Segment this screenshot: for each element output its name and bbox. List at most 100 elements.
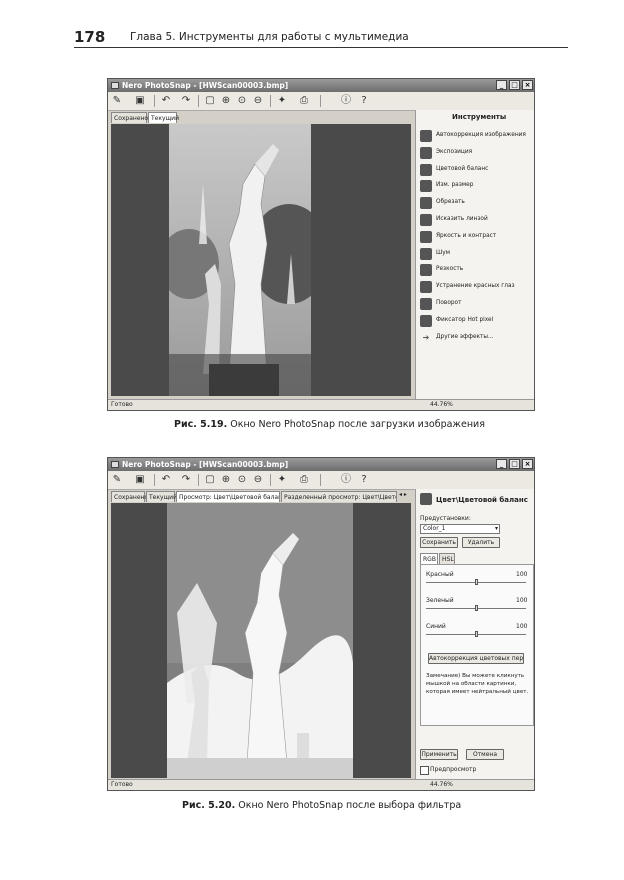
tool-item[interactable]: Исказить линзой bbox=[420, 214, 534, 228]
main-toolbar: ✎ ▣ ↶ ↷ ▢ ⊕ ⊙ ⊖ ✦ ⎙ ⓘ ? bbox=[108, 92, 534, 111]
red-eye-icon bbox=[420, 281, 432, 294]
tool-item[interactable]: Обрезать bbox=[420, 197, 534, 211]
chevron-down-icon: ▾ bbox=[494, 525, 498, 532]
status-bar: Готово 44.76% bbox=[108, 779, 534, 790]
tool-item[interactable]: Резкость bbox=[420, 264, 534, 278]
close-button[interactable]: × bbox=[522, 80, 533, 90]
auto-color-correction-button[interactable]: Автокоррекция цветовых переходов bbox=[428, 653, 524, 664]
fit-page-icon[interactable]: ▢ bbox=[204, 95, 216, 107]
tool-item[interactable]: Автокоррекция изображения bbox=[420, 130, 534, 144]
tool-item[interactable]: Шум bbox=[420, 247, 534, 262]
noise-icon bbox=[420, 247, 432, 260]
image-canvas[interactable] bbox=[111, 503, 411, 778]
exposure-icon bbox=[420, 146, 432, 159]
window-title: Nero PhotoSnap - [HWScan00003.bmp] bbox=[122, 460, 289, 469]
lens-distort-icon bbox=[420, 214, 432, 226]
auto-correct-icon bbox=[420, 130, 432, 142]
delete-preset-button[interactable]: Удалить bbox=[462, 537, 500, 548]
redo-icon[interactable]: ↷ bbox=[180, 95, 192, 107]
window-title: Nero PhotoSnap - [HWScan00003.bmp] bbox=[122, 81, 289, 90]
print-icon[interactable]: ⎙ bbox=[298, 95, 310, 107]
tool-item[interactable]: Фиксатор Hot pixel bbox=[420, 314, 534, 329]
slider-value: 100 bbox=[516, 571, 528, 578]
tool-item[interactable]: Экспозиция bbox=[420, 146, 534, 161]
slider-label: Зеленый bbox=[426, 597, 454, 604]
help-icon[interactable]: ? bbox=[358, 95, 370, 107]
color-balance-panel: Цвет\Цветовой баланс Предустановки: Colo… bbox=[415, 489, 534, 782]
color-balance-icon bbox=[420, 493, 432, 505]
hint-text-line: которая имеет нейтральный цвет. bbox=[426, 689, 529, 695]
tab-rgb[interactable]: RGB bbox=[420, 553, 438, 564]
minimize-button[interactable]: _ bbox=[496, 459, 507, 469]
open-icon[interactable]: ✎ bbox=[111, 474, 123, 486]
save-icon[interactable]: ▣ bbox=[134, 474, 146, 486]
tab-current[interactable]: Текущий bbox=[148, 112, 179, 123]
image-canvas[interactable] bbox=[111, 124, 411, 396]
brightness-contrast-icon bbox=[420, 230, 432, 243]
zoom-actual-icon[interactable]: ⊙ bbox=[236, 95, 248, 107]
slider-value: 100 bbox=[516, 623, 528, 630]
tool-item[interactable]: Поворот bbox=[420, 298, 534, 312]
tool-label: Другие эффекты... bbox=[436, 333, 494, 340]
tool-label: Яркость и контраст bbox=[436, 232, 497, 239]
tab-hsl[interactable]: HSL bbox=[439, 553, 455, 564]
minimize-button[interactable]: _ bbox=[496, 80, 507, 90]
figure1-caption-label: Рис. 5.19. bbox=[174, 419, 228, 430]
info-icon[interactable]: ⓘ bbox=[340, 474, 352, 486]
header-rule bbox=[74, 47, 568, 48]
statue-photo-filtered bbox=[167, 503, 353, 778]
tool-label: Шум bbox=[436, 249, 451, 256]
chapter-title: Глава 5. Инструменты для работы с мульти… bbox=[130, 31, 409, 43]
apply-button[interactable]: Применить bbox=[420, 749, 458, 760]
tab-scroll-arrows[interactable]: ◂ ▸ bbox=[399, 491, 407, 498]
maximize-button[interactable]: □ bbox=[509, 459, 520, 469]
close-button[interactable]: × bbox=[522, 459, 533, 469]
undo-icon[interactable]: ↶ bbox=[160, 474, 172, 486]
maximize-button[interactable]: □ bbox=[509, 80, 520, 90]
tab-current[interactable]: Текущий bbox=[146, 491, 177, 502]
tool-item[interactable]: Яркость и контраст bbox=[420, 230, 534, 245]
print-icon[interactable]: ⎙ bbox=[298, 474, 310, 486]
zoom-in-icon[interactable]: ⊕ bbox=[220, 95, 232, 107]
page-number: 178 bbox=[74, 28, 106, 46]
sharpness-icon bbox=[420, 264, 432, 277]
zoom-out-icon[interactable]: ⊖ bbox=[252, 474, 264, 486]
save-preset-button[interactable]: Сохранить bbox=[420, 537, 458, 548]
preset-select[interactable]: Color_1 ▾ bbox=[420, 524, 500, 534]
tool-label: Устранение красных глаз bbox=[436, 283, 515, 290]
zoom-actual-icon[interactable]: ⊙ bbox=[236, 474, 248, 486]
figure2-caption-text: Окно Nero PhotoSnap после выбора фильтра bbox=[235, 800, 462, 811]
slider-thumb[interactable] bbox=[475, 605, 478, 611]
slider-thumb[interactable] bbox=[475, 579, 478, 585]
tab-saved[interactable]: Сохранено bbox=[111, 491, 148, 502]
preview-checkbox[interactable] bbox=[420, 766, 429, 775]
figure1-caption-text: Окно Nero PhotoSnap после загрузки изобр… bbox=[227, 419, 485, 430]
tool-item[interactable]: Изм. размер bbox=[420, 180, 534, 194]
crop-icon bbox=[420, 197, 432, 210]
undo-icon[interactable]: ↶ bbox=[160, 95, 172, 107]
cancel-button[interactable]: Отмена bbox=[466, 749, 504, 760]
fit-page-icon[interactable]: ▢ bbox=[204, 474, 216, 486]
tab-saved[interactable]: Сохранено bbox=[111, 112, 148, 123]
slider-value: 100 bbox=[516, 597, 528, 604]
slider-thumb[interactable] bbox=[475, 631, 478, 637]
zoom-out-icon[interactable]: ⊖ bbox=[252, 95, 264, 107]
open-icon[interactable]: ✎ bbox=[111, 95, 123, 107]
help-icon[interactable]: ? bbox=[358, 474, 370, 486]
figure2-tabs: Сохранено Текущий Просмотр: Цвет\Цветово… bbox=[111, 491, 411, 503]
tab-split-preview[interactable]: Разделенный просмотр: Цвет\Цветовой ба bbox=[281, 491, 397, 502]
save-icon[interactable]: ▣ bbox=[134, 95, 146, 107]
figure2-caption-label: Рис. 5.20. bbox=[182, 800, 236, 811]
zoom-in-icon[interactable]: ⊕ bbox=[220, 474, 232, 486]
tab-preview[interactable]: Просмотр: Цвет\Цветовой баланс bbox=[176, 491, 280, 502]
tool-label: Автокоррекция изображения bbox=[436, 132, 526, 138]
magic-wand-icon[interactable]: ✦ bbox=[276, 95, 288, 107]
statue-photo bbox=[169, 124, 311, 396]
hint-text-line: мышкой на области картинки, bbox=[426, 681, 517, 687]
tool-item[interactable]: Устранение красных глаз bbox=[420, 281, 534, 295]
tool-item[interactable]: Цветовой баланс bbox=[420, 163, 534, 178]
info-icon[interactable]: ⓘ bbox=[340, 95, 352, 107]
tool-item[interactable]: ➔ Другие эффекты... bbox=[420, 332, 534, 346]
magic-wand-icon[interactable]: ✦ bbox=[276, 474, 288, 486]
redo-icon[interactable]: ↷ bbox=[180, 474, 192, 486]
